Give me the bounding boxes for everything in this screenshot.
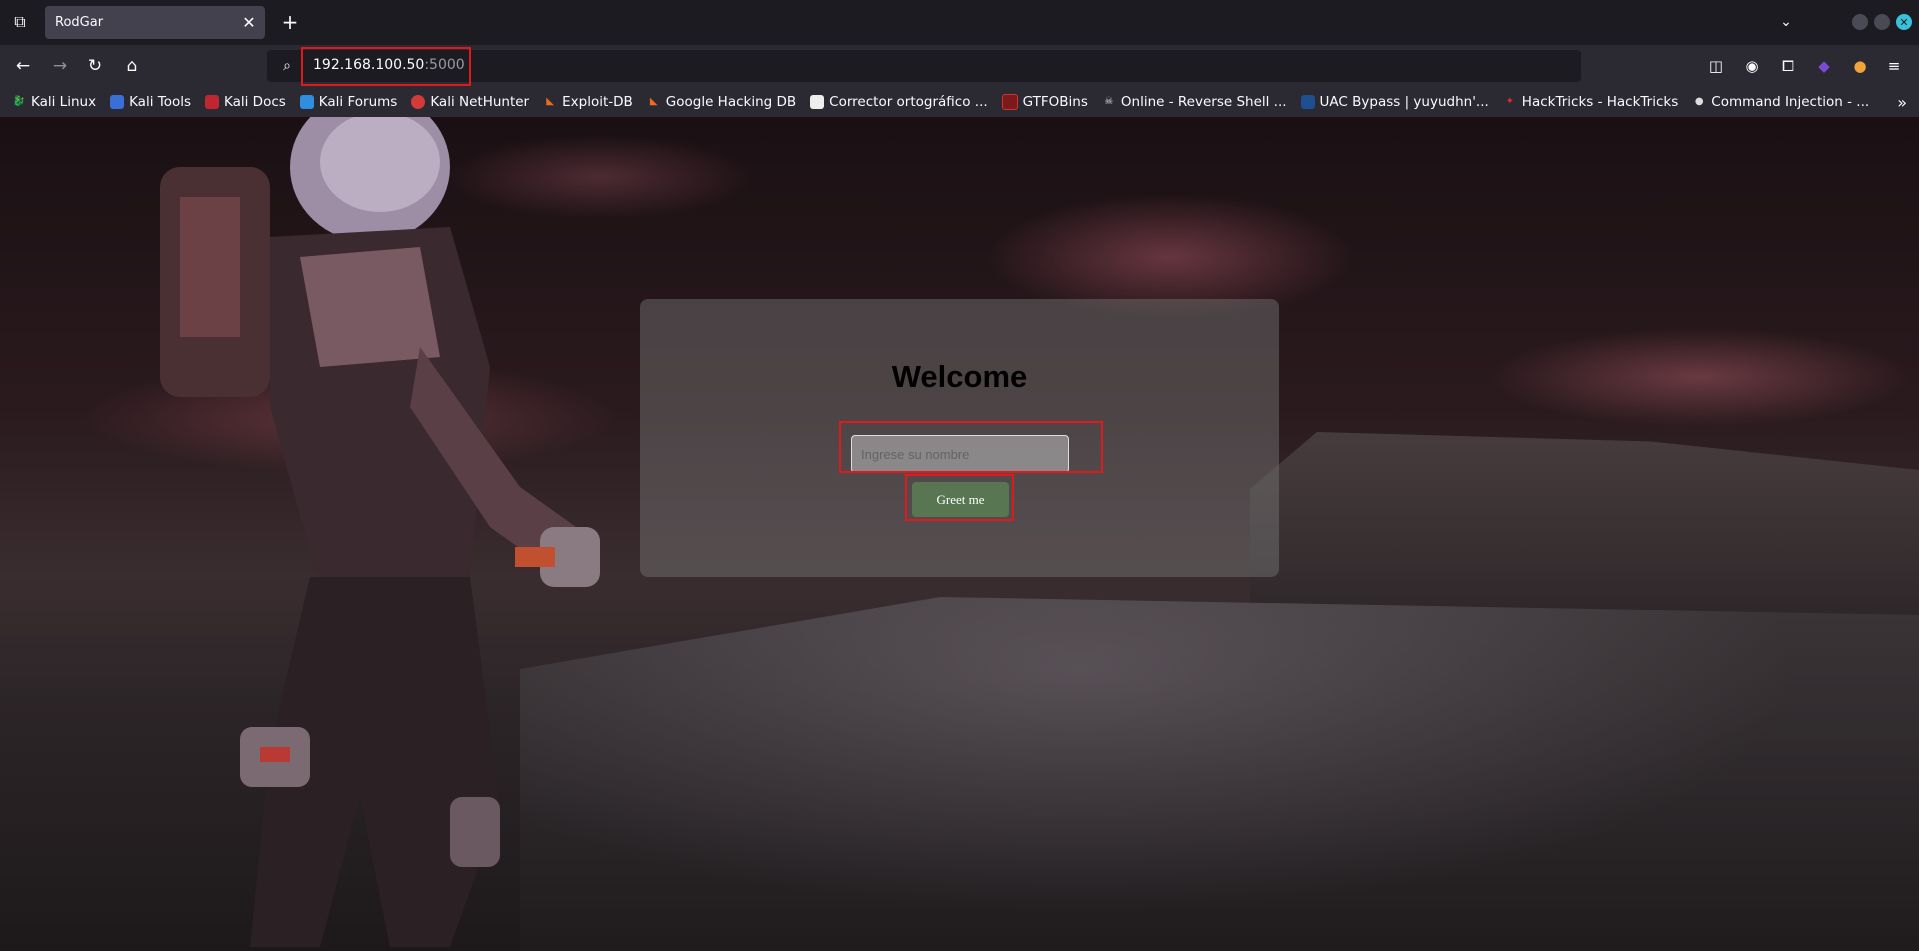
gtfobins-icon	[1001, 94, 1018, 110]
skull-icon: ☠	[1104, 96, 1114, 107]
minimize-button[interactable]	[1852, 14, 1868, 30]
bookmark-item[interactable]: 🐉 Kali Linux	[12, 94, 96, 110]
navigation-toolbar: ← → ↻ ⌂ ⌕ 192.168.100.50:5000 ◫ ◉ ⧠ ◆ ● …	[0, 45, 1919, 87]
ghdb-icon: ◣	[649, 96, 658, 107]
bookmark-item[interactable]: GTFOBins	[1001, 94, 1088, 110]
tab-close-icon[interactable]: ✕	[237, 11, 261, 35]
pocket-icon[interactable]: ◫	[1704, 54, 1728, 78]
kali-tools-icon	[110, 95, 125, 109]
list-all-tabs-icon[interactable]: ⧉	[10, 12, 30, 32]
bookmark-label: Google Hacking DB	[665, 94, 797, 110]
maximize-button[interactable]	[1874, 14, 1890, 30]
corrector-icon	[810, 95, 825, 109]
background-cliff	[1250, 432, 1919, 622]
page-title: Welcome	[891, 359, 1028, 394]
bookmark-item[interactable]: ● Command Injection - ...	[1692, 94, 1869, 110]
extension-orange-icon[interactable]: ●	[1848, 54, 1872, 78]
bookmark-item[interactable]: ◣ Exploit-DB	[543, 94, 633, 110]
kali-docs-icon	[205, 95, 219, 109]
url-highlight-box	[301, 47, 471, 86]
home-icon[interactable]: ⌂	[120, 54, 144, 78]
kali-dragon-icon: 🐉	[12, 96, 26, 107]
extension-purple-icon[interactable]: ◆	[1812, 54, 1836, 78]
bookmark-item[interactable]: Kali NetHunter	[411, 94, 529, 110]
bookmark-label: UAC Bypass | yuyudhn'...	[1319, 94, 1489, 110]
bookmark-label: Kali Docs	[224, 94, 286, 110]
nethunter-icon	[411, 95, 426, 109]
bookmark-label: Corrector ortográfico ...	[829, 94, 988, 110]
bookmark-label: Kali Linux	[31, 94, 97, 110]
tab-title: RodGar	[55, 15, 104, 30]
bookmark-label: Kali Forums	[318, 94, 398, 110]
chevron-down-icon[interactable]: ⌄	[1776, 12, 1796, 32]
tab-rodgar[interactable]: RodGar ✕	[45, 6, 265, 39]
bookmark-item[interactable]: ✦ HackTricks - HackTricks	[1503, 94, 1679, 110]
menu-icon[interactable]: ≡	[1882, 54, 1906, 78]
reload-button[interactable]: ↻	[83, 54, 107, 78]
bookmark-label: Exploit-DB	[562, 94, 633, 110]
bookmark-label: Kali Tools	[129, 94, 191, 110]
bookmark-item[interactable]: ☠ Online - Reverse Shell ...	[1102, 94, 1287, 110]
input-highlight-box	[839, 421, 1103, 473]
bookmark-label: GTFOBins	[1022, 94, 1088, 110]
bookmark-label: Kali NetHunter	[430, 94, 530, 110]
bookmark-label: Online - Reverse Shell ...	[1120, 94, 1287, 110]
bookmark-label: Command Injection - ...	[1711, 94, 1870, 110]
search-icon: ⌕	[283, 58, 291, 74]
kali-forums-icon	[299, 95, 314, 109]
tab-strip: ⧉ RodGar ✕ + ⌄ ✕	[0, 0, 1919, 45]
bookmark-item[interactable]: Kali Tools	[110, 94, 191, 110]
bookmarks-toolbar: 🐉 Kali Linux Kali Tools Kali Docs Kali Fo…	[0, 87, 1919, 117]
uac-icon	[1300, 95, 1315, 109]
exploit-db-icon: ◣	[546, 96, 554, 107]
bookmark-item[interactable]: Corrector ortográfico ...	[810, 94, 988, 110]
astronaut-illustration	[160, 117, 600, 947]
hacktricks-icon: ✦	[1505, 96, 1514, 107]
bookmarks-overflow-icon[interactable]: »	[1897, 93, 1907, 112]
window-close-button[interactable]: ✕	[1896, 14, 1912, 30]
forward-button[interactable]: →	[48, 54, 72, 78]
account-icon[interactable]: ◉	[1740, 54, 1764, 78]
command-injection-icon: ●	[1694, 96, 1704, 107]
extensions-icon[interactable]: ⧠	[1776, 54, 1800, 78]
new-tab-button[interactable]: +	[278, 10, 302, 34]
background-water	[520, 597, 1919, 951]
back-button[interactable]: ←	[11, 54, 35, 78]
bookmark-item[interactable]: Kali Forums	[299, 94, 398, 110]
page-viewport: Welcome Greet me	[0, 117, 1919, 951]
bookmark-label: HackTricks - HackTricks	[1521, 94, 1679, 110]
bookmark-item[interactable]: ◣ Google Hacking DB	[647, 94, 796, 110]
bookmark-item[interactable]: Kali Docs	[205, 94, 286, 110]
bookmark-item[interactable]: UAC Bypass | yuyudhn'...	[1300, 94, 1489, 110]
button-highlight-box	[905, 474, 1014, 521]
